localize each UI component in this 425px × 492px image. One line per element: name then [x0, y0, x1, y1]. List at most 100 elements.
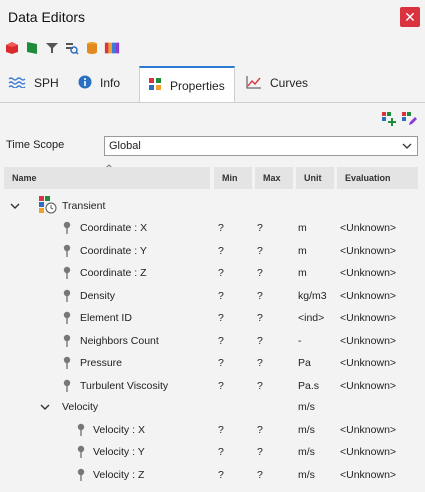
panel-actions: [381, 111, 417, 130]
evaluation-cell: <Unknown>: [340, 289, 397, 302]
evaluation-cell: <Unknown>: [340, 267, 397, 279]
pin-icon: [76, 468, 86, 482]
tree-node-label: Velocity: [62, 401, 99, 413]
property-row[interactable]: Neighbors Count?? - <Unknown>: [0, 330, 425, 352]
column-header-name[interactable]: Name: [4, 167, 210, 189]
tree-node-transient[interactable]: Transient: [0, 195, 425, 217]
min-cell: ?: [218, 267, 224, 279]
evaluation-cell: <Unknown>: [340, 312, 397, 324]
max-cell: ?: [257, 334, 263, 347]
property-name: Velocity : X: [93, 423, 145, 436]
pin-icon: [76, 423, 86, 437]
add-property-icon[interactable]: [381, 111, 397, 130]
property-row[interactable]: Density?? kg/m3 <Unknown>: [0, 285, 425, 307]
chevron-down-icon[interactable]: [40, 402, 50, 412]
info-icon: [78, 75, 92, 92]
property-row[interactable]: Element ID?? <ind> <Unknown>: [0, 307, 425, 329]
property-row[interactable]: Coordinate : Z?? m <Unknown>: [0, 262, 425, 284]
property-name: Coordinate : X: [80, 222, 148, 234]
tab-bar: SPH Info Properties Curves: [0, 66, 425, 103]
pin-icon: [62, 379, 72, 393]
tab-curves-label: Curves: [270, 76, 309, 90]
property-row[interactable]: Coordinate : X?? m <Unknown>: [0, 217, 425, 239]
column-header-unit[interactable]: Unit: [296, 167, 334, 189]
min-cell: ?: [218, 357, 224, 369]
transient-icon: [38, 195, 58, 218]
evaluation-cell: <Unknown>: [340, 446, 397, 458]
time-scope-select[interactable]: Global: [104, 136, 418, 156]
chevron-down-icon: [401, 140, 413, 158]
properties-panel: Time Scope Global Name Min Max Unit Eval…: [0, 103, 425, 492]
min-cell: ?: [218, 468, 224, 481]
pin-icon: [62, 311, 72, 325]
column-header-min[interactable]: Min: [214, 167, 252, 189]
tree-node-label: Transient: [62, 200, 106, 212]
window-title: Data Editors: [8, 9, 86, 25]
max-cell: ?: [257, 244, 263, 257]
evaluation-cell: <Unknown>: [340, 244, 397, 257]
max-cell: ?: [257, 423, 263, 436]
property-name: Pressure: [80, 357, 123, 369]
unit-cell: m: [298, 222, 307, 234]
curve-icon: [246, 75, 262, 92]
unit-cell: m/s: [298, 446, 315, 458]
red-cube-icon[interactable]: [4, 40, 20, 56]
max-cell: ?: [257, 357, 263, 369]
unit-cell: <ind>: [298, 312, 325, 324]
tree-node-velocity[interactable]: Velocity m/s: [0, 396, 425, 418]
evaluation-cell: <Unknown>: [340, 334, 397, 347]
pin-icon: [62, 266, 72, 280]
title-bar: Data Editors ✕: [0, 0, 425, 34]
time-scope-label: Time Scope: [6, 139, 65, 151]
column-header-evaluation[interactable]: Evaluation: [337, 167, 418, 189]
color-map-icon[interactable]: [104, 40, 120, 56]
edit-property-icon[interactable]: [401, 111, 417, 130]
property-name: Density: [80, 289, 116, 302]
tab-curves[interactable]: Curves: [238, 66, 318, 100]
max-cell: ?: [257, 289, 263, 302]
min-cell: ?: [218, 244, 224, 257]
property-name: Velocity : Y: [93, 446, 145, 458]
database-icon[interactable]: [84, 40, 100, 56]
property-row[interactable]: Velocity : X?? m/s <Unknown>: [0, 419, 425, 441]
chevron-down-icon[interactable]: [10, 201, 20, 211]
search-layers-icon[interactable]: [64, 40, 80, 56]
min-cell: ?: [218, 446, 224, 458]
green-flag-icon[interactable]: [24, 40, 40, 56]
pin-icon: [62, 356, 72, 370]
unit-cell: Pa.s: [298, 379, 320, 392]
pin-icon: [62, 244, 72, 258]
property-name: Coordinate : Y: [80, 244, 147, 257]
property-row[interactable]: Velocity : Z?? m/s <Unknown>: [0, 464, 425, 486]
property-row[interactable]: Velocity : Y?? m/s <Unknown>: [0, 441, 425, 463]
property-row[interactable]: Coordinate : Y?? m <Unknown>: [0, 240, 425, 262]
toolbar: [4, 38, 120, 58]
min-cell: ?: [218, 423, 224, 436]
tab-properties[interactable]: Properties: [139, 66, 235, 103]
filter-icon[interactable]: [44, 40, 60, 56]
tab-sph-label: SPH: [34, 76, 59, 90]
property-name: Velocity : Z: [93, 468, 145, 481]
tab-info-label: Info: [100, 76, 121, 90]
min-cell: ?: [218, 222, 224, 234]
pin-icon: [62, 221, 72, 235]
property-row[interactable]: Pressure?? Pa <Unknown>: [0, 352, 425, 374]
tab-info[interactable]: Info: [70, 66, 136, 100]
min-cell: ?: [218, 379, 224, 392]
min-cell: ?: [218, 334, 224, 347]
unit-cell: kg/m3: [298, 289, 327, 302]
evaluation-cell: <Unknown>: [340, 379, 397, 392]
pin-icon: [62, 289, 72, 303]
property-name: Turbulent Viscosity: [80, 379, 169, 392]
max-cell: ?: [257, 267, 263, 279]
property-name: Coordinate : Z: [80, 267, 147, 279]
column-header-max[interactable]: Max: [255, 167, 293, 189]
unit-cell: m/s: [298, 468, 315, 481]
property-row[interactable]: Turbulent Viscosity?? Pa.s <Unknown>: [0, 375, 425, 397]
tab-properties-label: Properties: [170, 78, 225, 93]
evaluation-cell: <Unknown>: [340, 468, 397, 481]
unit-cell: m/s: [298, 423, 315, 436]
tab-sph[interactable]: SPH: [0, 66, 66, 100]
close-button[interactable]: ✕: [400, 7, 420, 27]
max-cell: ?: [257, 468, 263, 481]
